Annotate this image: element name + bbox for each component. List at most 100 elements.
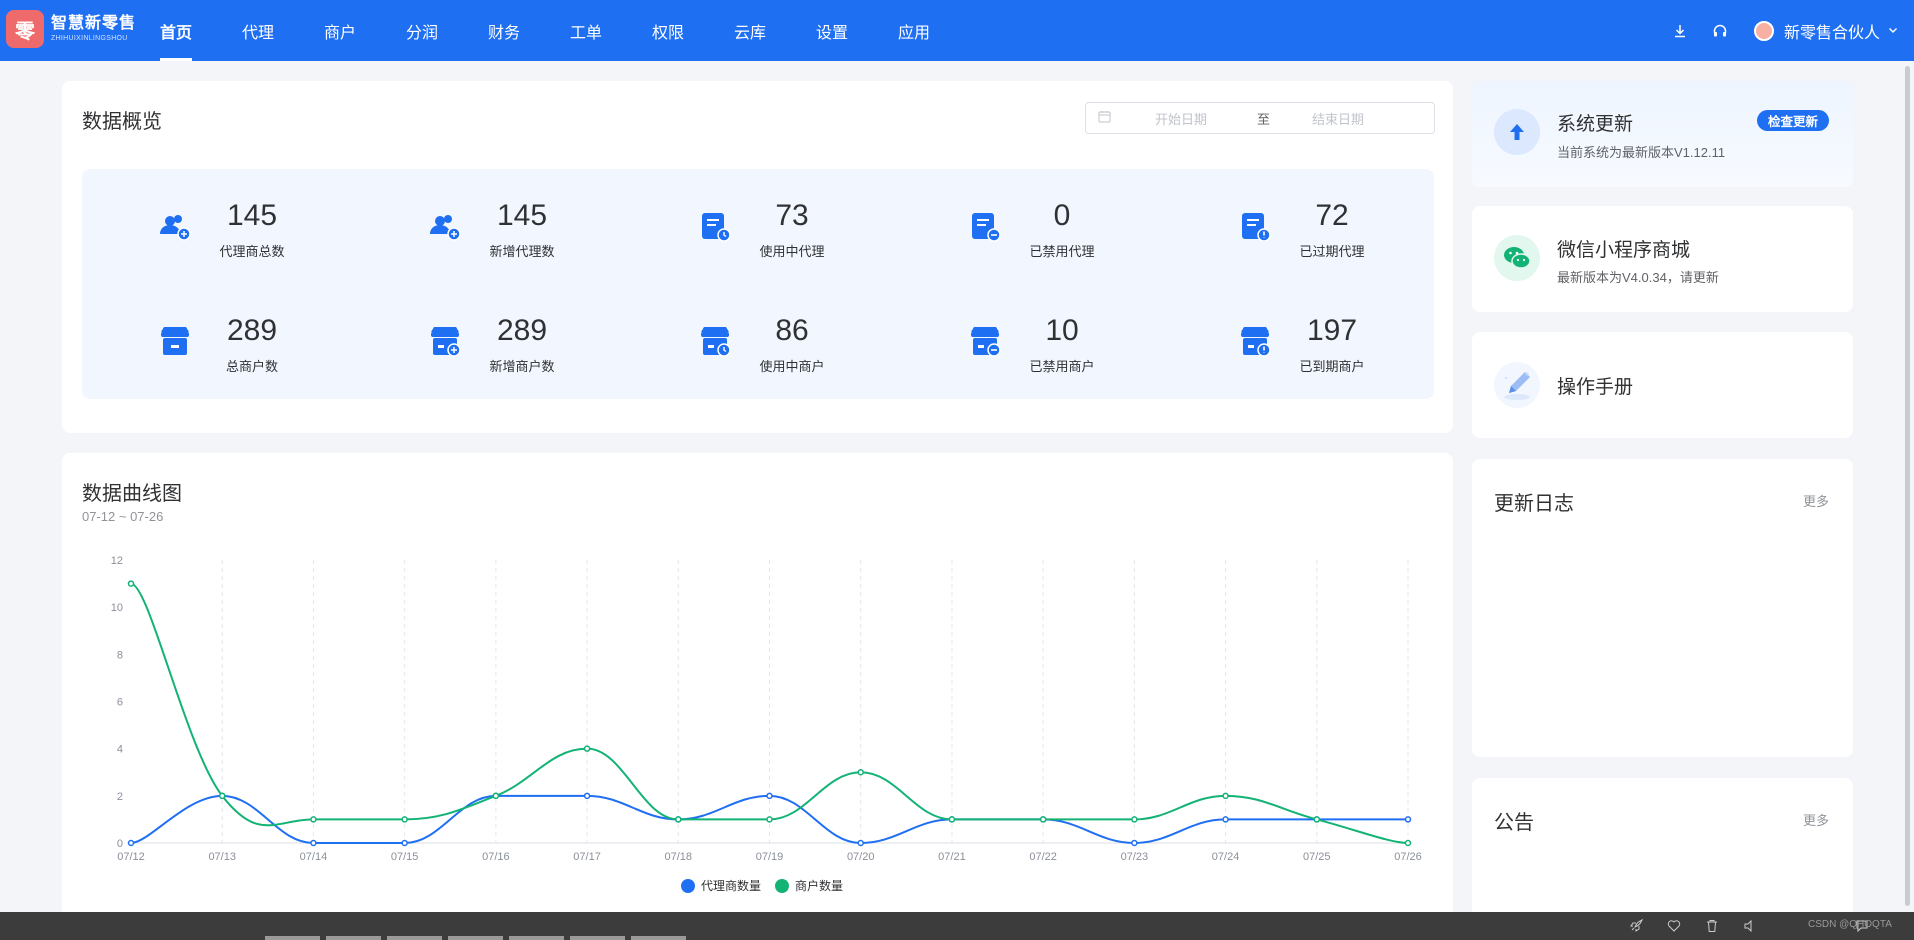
nav-item-tickets[interactable]: 工单 [570,0,652,61]
changelog-more-link[interactable]: 更多 [1803,491,1829,510]
data-point [127,839,135,847]
headset-icon[interactable] [1700,0,1740,61]
stat-label: 使用中代理 [759,244,825,259]
stat-total-agents[interactable]: 145 代理商总数 [157,189,357,259]
stat-disabled-merchants[interactable]: 10 已禁用商户 [967,304,1167,374]
y-tick-label: 8 [117,649,123,661]
system-taskbar: CSDN @QHOQTA [0,912,1914,940]
logo-mark-icon: 零 [6,10,44,48]
data-chart-card: 数据曲线图 07-12 ~ 07-26 0 2 4 6 8 10 12 07/12 07/13 0… [62,453,1453,940]
stat-label: 已禁用代理 [1029,244,1095,259]
stat-label: 使用中商户 [759,359,825,374]
nav-item-home[interactable]: 首页 [160,0,242,61]
avatar [1753,20,1774,41]
check-update-button[interactable]: 检查更新 [1756,110,1829,131]
x-tick-label: 07/13 [208,851,236,863]
data-point [675,816,682,823]
stat-disabled-agents[interactable]: 0 已禁用代理 [967,189,1167,259]
nav-item-finance[interactable]: 财务 [488,0,570,61]
data-point [1404,839,1412,847]
nav-item-merchant[interactable]: 商户 [324,0,406,61]
date-range-picker[interactable]: 开始日期 至 结束日期 [1085,102,1435,134]
manual-title: 操作手册 [1557,377,1634,398]
nav-item-apps[interactable]: 应用 [898,0,980,61]
user-menu[interactable]: 新零售合伙人 [1753,19,1898,43]
y-tick-label: 4 [117,744,123,756]
stat-label: 已过期代理 [1299,244,1365,259]
x-tick-label: 07/18 [665,851,693,863]
new-store-icon [431,327,461,357]
data-point [1313,816,1321,823]
stat-value: 145 [496,199,548,232]
taskbar-window-strip [265,936,765,940]
brand-name: 智慧新零售 [51,15,137,32]
start-date-input[interactable]: 开始日期 [1155,109,1235,128]
stat-expired-agents[interactable]: 72 已过期代理 [1237,189,1437,259]
data-point [1222,792,1229,800]
brand-logo[interactable]: 零 智慧新零售 ZHIHUIXINLINGSHOU [6,10,136,48]
notice-title: 公告 [1494,812,1534,834]
date-separator: 至 [1257,111,1271,127]
stat-value: 197 [1306,314,1358,347]
stat-value: 145 [226,199,278,232]
x-tick-label: 07/16 [482,851,510,863]
y-tick-label: 0 [117,838,123,850]
scrollbar-thumb[interactable] [1905,66,1910,906]
stat-value: 73 [775,199,809,232]
brand-name-en: ZHIHUIXINLINGSHOU [51,35,128,42]
stat-value: 289 [226,314,278,347]
main-nav: 首页 代理 商户 分润 财务 工单 权限 云库 设置 应用 [160,0,980,61]
update-title: 系统更新 [1557,114,1634,135]
data-point [948,816,956,823]
speaker-icon[interactable] [1738,917,1762,935]
stat-label: 新增代理数 [489,244,555,259]
stat-new-agents[interactable]: 145 新增代理数 [427,189,627,259]
calendar-icon [1098,110,1111,126]
data-point [766,792,773,800]
user-name: 新零售合伙人 [1783,24,1880,42]
x-tick-label: 07/25 [1303,851,1331,863]
stat-label: 总商户数 [225,359,278,374]
store-icon [161,327,189,355]
top-navbar: 零 智慧新零售 ZHIHUIXINLINGSHOU 首页 代理 商户 分润 财务… [0,0,1914,61]
changelog-panel: 更新日志 更多 [1472,459,1853,757]
nav-item-cloud[interactable]: 云库 [734,0,816,61]
wechat-subtitle: 最新版本为V4.0.34，请更新 [1557,270,1719,285]
stat-expired-merchants[interactable]: 197 已到期商户 [1237,304,1437,374]
end-date-input[interactable]: 结束日期 [1312,109,1364,128]
heart-icon[interactable] [1662,917,1686,935]
rocket-icon[interactable] [1624,917,1648,935]
data-point [583,792,591,800]
notice-more-link[interactable]: 更多 [1803,810,1829,829]
x-tick-label: 07/24 [1212,851,1240,863]
x-tick-label: 07/15 [391,851,419,863]
pen-icon [1494,362,1540,408]
nav-item-permissions[interactable]: 权限 [652,0,734,61]
chevron-down-icon [1888,22,1898,40]
agents-icon [160,215,191,241]
y-tick-label: 10 [111,602,123,614]
x-tick-label: 07/20 [847,851,875,863]
stat-value: 86 [775,314,809,347]
x-tick-label: 07/12 [117,851,145,863]
stat-active-agents[interactable]: 73 使用中代理 [697,189,897,259]
wechat-mall-panel[interactable]: 微信小程序商城 最新版本为V4.0.34，请更新 [1472,206,1853,312]
active-store-icon [701,327,731,357]
stat-new-merchants[interactable]: 289 新增商户数 [427,304,627,374]
trash-icon[interactable] [1700,917,1724,935]
stat-total-merchants[interactable]: 289 总商户数 [157,304,357,374]
nav-item-settings[interactable]: 设置 [816,0,898,61]
data-point [1404,816,1412,823]
expired-agent-doc-icon [1242,213,1271,242]
manual-panel[interactable]: 操作手册 [1472,332,1853,438]
legend-label: 商户数量 [795,878,843,893]
update-subtitle: 当前系统为最新版本V1.12.11 [1557,145,1726,160]
stat-value: 10 [1045,314,1079,347]
download-icon[interactable] [1660,0,1700,61]
overview-title: 数据概览 [82,111,162,133]
nav-item-agent[interactable]: 代理 [242,0,324,61]
changelog-title: 更新日志 [1494,493,1574,515]
stat-label: 新增商户数 [489,359,555,374]
nav-item-profit-share[interactable]: 分润 [406,0,488,61]
stat-active-merchants[interactable]: 86 使用中商户 [697,304,897,374]
